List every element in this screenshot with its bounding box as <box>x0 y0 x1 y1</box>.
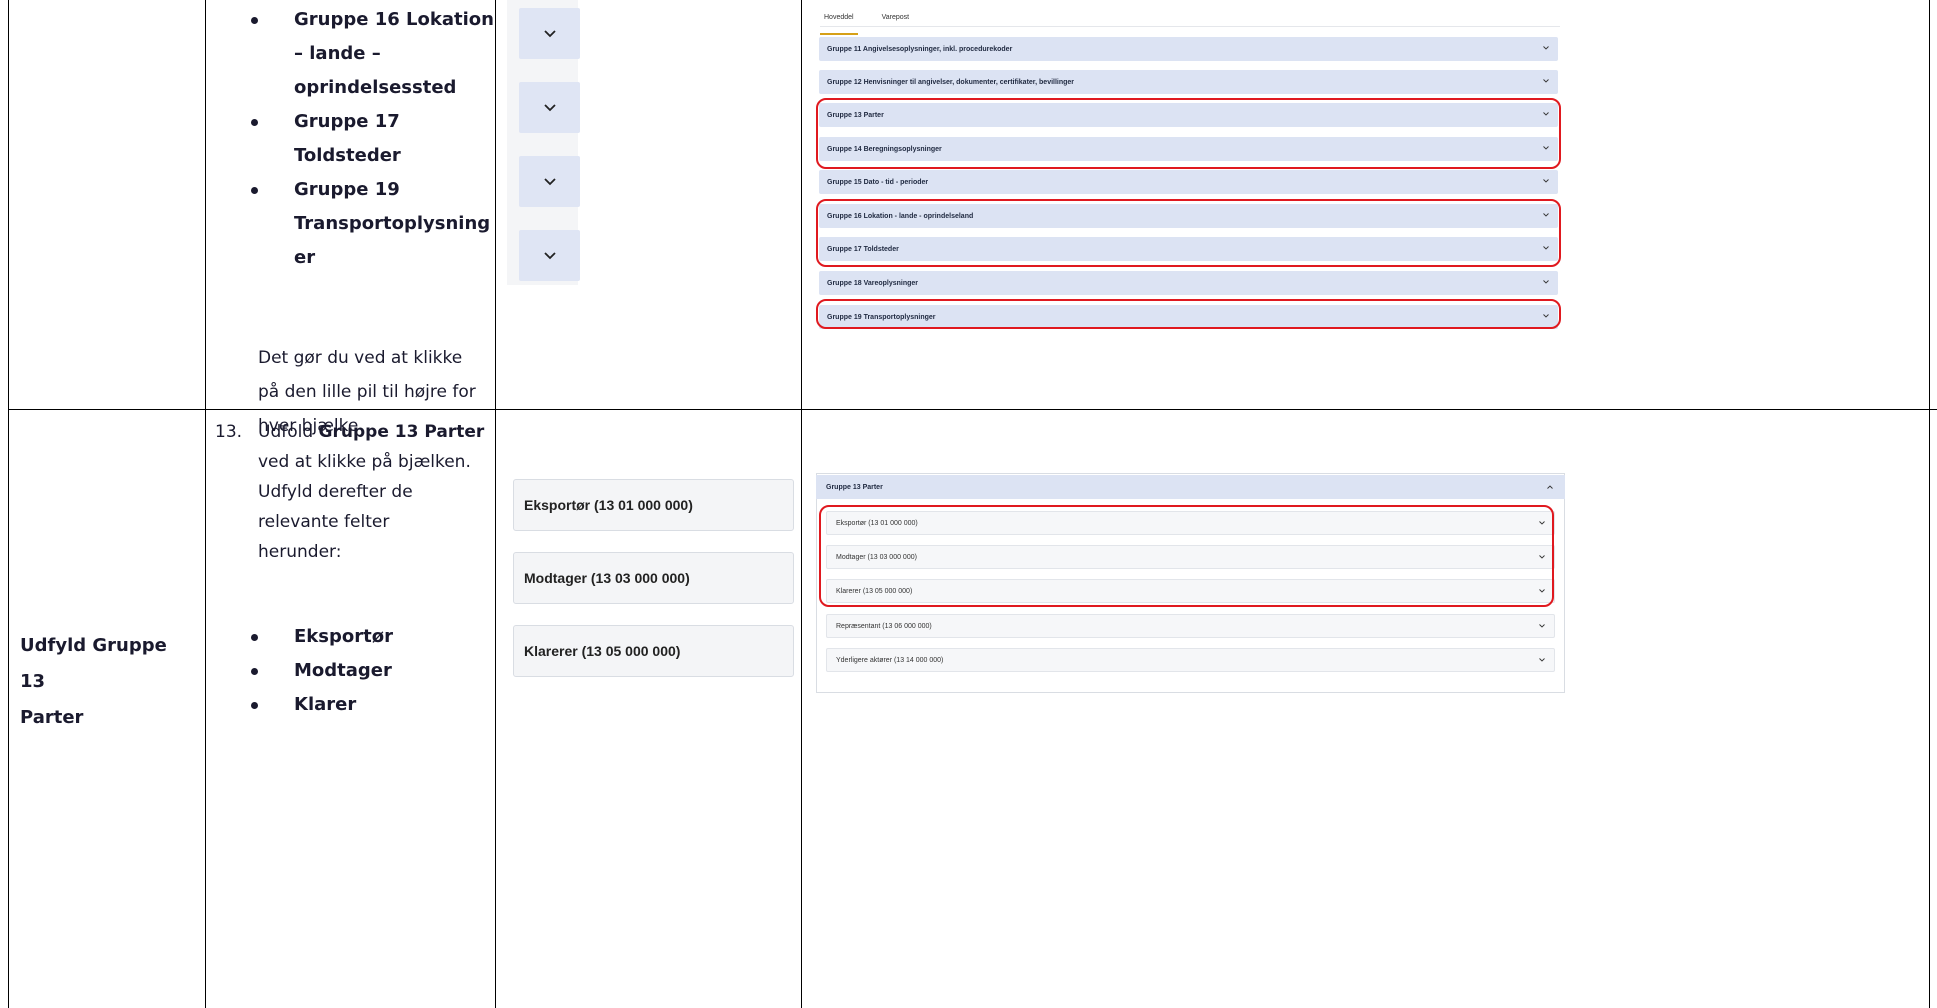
bullet-item: Modtager <box>215 654 495 688</box>
bullet-item: Klarer <box>215 688 495 722</box>
tab-bar: Hoveddel Varepost <box>820 11 914 35</box>
table-border <box>1929 0 1930 1008</box>
chevron-panel <box>507 0 580 285</box>
field-label: Klarerer (13 05 000 000) <box>524 643 681 659</box>
chevron-down-icon <box>543 251 556 260</box>
expand-button[interactable] <box>519 156 580 207</box>
step-text-bold: Gruppe 13 Parter <box>318 422 485 442</box>
subgroup-label: Repræsentant (13 06 000 000) <box>836 622 932 630</box>
expand-button[interactable] <box>519 230 580 281</box>
bullet-item: Gruppe 17 Toldsteder <box>215 105 495 173</box>
chevron-up-icon <box>1547 484 1553 491</box>
highlight-box <box>819 505 1554 607</box>
group-bar-label: Gruppe 12 Henvisninger til angivelser, d… <box>827 78 1075 86</box>
group-bar[interactable]: Gruppe 12 Henvisninger til angivelser, d… <box>819 70 1558 94</box>
tab-varepost[interactable]: Varepost <box>878 11 914 31</box>
subgroup-bar[interactable]: Repræsentant (13 06 000 000) <box>826 614 1555 638</box>
chevron-down-icon <box>1543 279 1549 286</box>
group-bar[interactable]: Gruppe 18 Vareoplysninger <box>819 271 1558 295</box>
group-header-label: Gruppe 13 Parter <box>826 483 883 491</box>
chevron-down-icon <box>543 177 556 186</box>
label-line: Udfyld Gruppe 13 <box>20 635 167 692</box>
chevron-down-icon <box>543 29 556 38</box>
table-border <box>8 0 9 1008</box>
chevron-down-icon <box>543 103 556 112</box>
step-line: Udfyld derefter de <box>258 482 413 502</box>
bullet-item: Gruppe 19 Transportoplysning er <box>215 173 495 275</box>
group-bar[interactable]: Gruppe 15 Dato - tid - perioder <box>819 170 1558 194</box>
group-bar-label: Gruppe 15 Dato - tid - perioder <box>827 178 929 186</box>
highlight-box <box>816 98 1561 169</box>
bullet-item: Eksportør <box>215 620 495 654</box>
chevron-down-icon <box>1539 623 1545 630</box>
field-bar-klarerer[interactable]: Klarerer (13 05 000 000) <box>513 625 794 677</box>
row1-bullet-list: Gruppe 16 Lokation – lande – oprindelsesst… <box>215 3 495 275</box>
expand-button[interactable] <box>519 82 580 133</box>
step-number: 13. <box>215 422 243 442</box>
chevron-down-icon <box>1543 178 1549 185</box>
row2-bullet-list: Eksportør Modtager Klarer <box>215 620 495 722</box>
row2-step-text: Udfold Gruppe 13 Parter ved at klikke på… <box>258 417 494 567</box>
group-bar-label: Gruppe 11 Angivelsesoplysninger, inkl. p… <box>827 45 1013 53</box>
group-header[interactable]: Gruppe 13 Parter <box>816 475 1565 499</box>
table-border <box>495 0 496 1008</box>
highlight-box <box>816 199 1561 267</box>
field-label: Modtager (13 03 000 000) <box>524 570 690 586</box>
subgroup-bar[interactable]: Yderligere aktører (13 14 000 000) <box>826 648 1555 672</box>
step-line: herunder: <box>258 542 342 562</box>
step-line: relevante felter <box>258 512 390 532</box>
note-line: på den lille pil til højre for <box>258 382 476 402</box>
chevron-down-icon <box>1543 45 1549 52</box>
field-bar-eksportor[interactable]: Eksportør (13 01 000 000) <box>513 479 794 531</box>
subgroup-label: Yderligere aktører (13 14 000 000) <box>836 656 944 664</box>
note-line: Det gør du ved at klikke <box>258 348 463 368</box>
step-line: ved at klikke på bjælken. <box>258 452 471 472</box>
step-text: Udfold <box>258 422 319 442</box>
chevron-down-icon <box>1543 78 1549 85</box>
step-line: Udfold Gruppe 13 Parter <box>258 417 494 447</box>
group-bar-label: Gruppe 18 Vareoplysninger <box>827 279 919 287</box>
field-label: Eksportør (13 01 000 000) <box>524 497 693 513</box>
group-bar[interactable]: Gruppe 11 Angivelsesoplysninger, inkl. p… <box>819 37 1558 61</box>
row2-label: Udfyld Gruppe 13 Parter <box>20 628 195 736</box>
expand-button[interactable] <box>519 8 580 59</box>
label-line: Parter <box>20 707 84 728</box>
chevron-down-icon <box>1539 657 1545 664</box>
table-border <box>801 0 802 1008</box>
tab-divider <box>820 26 1560 27</box>
field-bar-modtager[interactable]: Modtager (13 03 000 000) <box>513 552 794 604</box>
bullet-item: Gruppe 16 Lokation – lande – oprindelsesst… <box>215 3 495 105</box>
tab-hoveddel[interactable]: Hoveddel <box>820 11 858 35</box>
highlight-box <box>816 299 1561 329</box>
table-border <box>205 0 206 1008</box>
